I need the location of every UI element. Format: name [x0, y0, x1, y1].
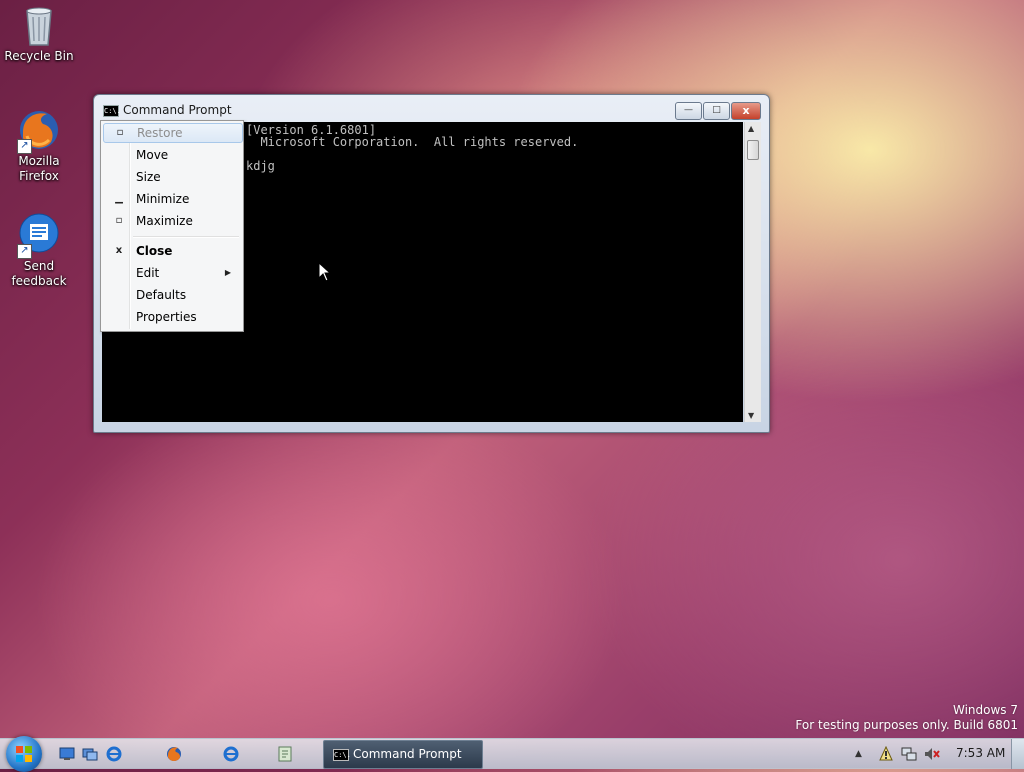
- switch-windows-icon[interactable]: [82, 746, 98, 762]
- submenu-arrow-icon: ▶: [224, 268, 231, 277]
- desktop-icon-firefox[interactable]: ↗ Mozilla Firefox: [4, 108, 74, 184]
- desktop-icon-send-feedback[interactable]: ↗ Send feedback: [4, 213, 74, 289]
- scroll-up-icon[interactable]: ▲: [748, 124, 754, 133]
- windows-logo-icon: [16, 746, 32, 762]
- show-hidden-icons-icon[interactable]: ▲: [855, 749, 862, 759]
- start-button[interactable]: [6, 736, 42, 772]
- minimize-icon: ▁: [115, 193, 123, 204]
- show-desktop-icon[interactable]: [59, 746, 75, 762]
- taskbar-button-command-prompt[interactable]: C:\. Command Prompt: [323, 740, 483, 769]
- maximize-button[interactable]: □: [703, 102, 730, 120]
- recycle-bin-icon: [17, 3, 61, 47]
- feedback-icon: ↗: [17, 213, 61, 259]
- firefox-icon: ↗: [17, 108, 61, 154]
- desktop-icon-label: Recycle Bin: [4, 49, 74, 63]
- menu-item-edit[interactable]: Edit ▶: [103, 263, 241, 283]
- window-titlebar[interactable]: C:\. Command Prompt — □ x: [94, 95, 769, 123]
- minimize-button[interactable]: —: [675, 102, 702, 120]
- window-title: Command Prompt: [123, 103, 232, 117]
- maximize-icon: ▫: [115, 215, 123, 226]
- menu-item-maximize[interactable]: ▫ Maximize: [103, 211, 241, 231]
- desktop-icon-label: Send: [23, 259, 55, 273]
- restore-icon: ▫: [116, 127, 124, 138]
- internet-explorer-icon[interactable]: [106, 746, 122, 762]
- menu-item-size[interactable]: Size: [103, 167, 241, 187]
- mouse-cursor-icon: [318, 262, 332, 282]
- shortcut-arrow-icon: ↗: [17, 139, 32, 154]
- menu-item-minimize[interactable]: ▁ Minimize: [103, 189, 241, 209]
- internet-explorer-icon[interactable]: [223, 746, 239, 762]
- build-watermark: Windows 7 For testing purposes only. Bui…: [795, 703, 1018, 733]
- desktop-icon-label: Firefox: [19, 169, 59, 183]
- close-icon: x: [115, 245, 123, 256]
- action-center-icon[interactable]: [878, 746, 894, 762]
- network-icon[interactable]: [901, 746, 917, 762]
- show-desktop-button[interactable]: [1011, 739, 1024, 769]
- watermark-os: Windows 7: [952, 703, 1018, 717]
- scrollbar-thumb[interactable]: [747, 140, 759, 160]
- menu-separator: [133, 236, 239, 238]
- console-taskbar-icon: C:\.: [333, 749, 351, 761]
- close-button[interactable]: x: [731, 102, 761, 120]
- shortcut-arrow-icon: ↗: [17, 244, 32, 259]
- console-app-icon[interactable]: C:\.: [103, 105, 121, 117]
- taskbar-clock[interactable]: 7:53 AM: [956, 746, 1005, 760]
- vertical-scrollbar[interactable]: ▲ ▼: [744, 122, 761, 422]
- menu-item-restore[interactable]: ▫ Restore: [103, 123, 243, 143]
- desktop-icon-label: feedback: [11, 274, 67, 288]
- console-line: Microsoft Corporation. All rights reserv…: [246, 135, 579, 149]
- app-shortcut-icon[interactable]: [277, 746, 293, 762]
- menu-item-move[interactable]: Move: [103, 145, 241, 165]
- desktop-icon-recycle-bin[interactable]: Recycle Bin: [4, 3, 74, 64]
- volume-muted-icon[interactable]: [924, 746, 940, 762]
- desktop-icon-label: Mozilla: [18, 154, 60, 168]
- menu-item-defaults[interactable]: Defaults: [103, 285, 241, 305]
- watermark-build: For testing purposes only. Build 6801: [795, 718, 1018, 732]
- task-label: Command Prompt: [353, 747, 462, 761]
- taskbar: C:\. Command Prompt ▲ 7:53 AM: [0, 736, 1024, 772]
- firefox-taskbar-icon[interactable]: [166, 746, 182, 762]
- console-line: kdjg: [246, 159, 275, 173]
- menu-item-properties[interactable]: Properties: [103, 307, 241, 327]
- menu-item-close[interactable]: x Close: [103, 241, 241, 261]
- system-menu: ▫ Restore Move Size ▁ Minimize ▫ Maximiz…: [100, 120, 244, 332]
- scroll-down-icon[interactable]: ▼: [748, 411, 754, 420]
